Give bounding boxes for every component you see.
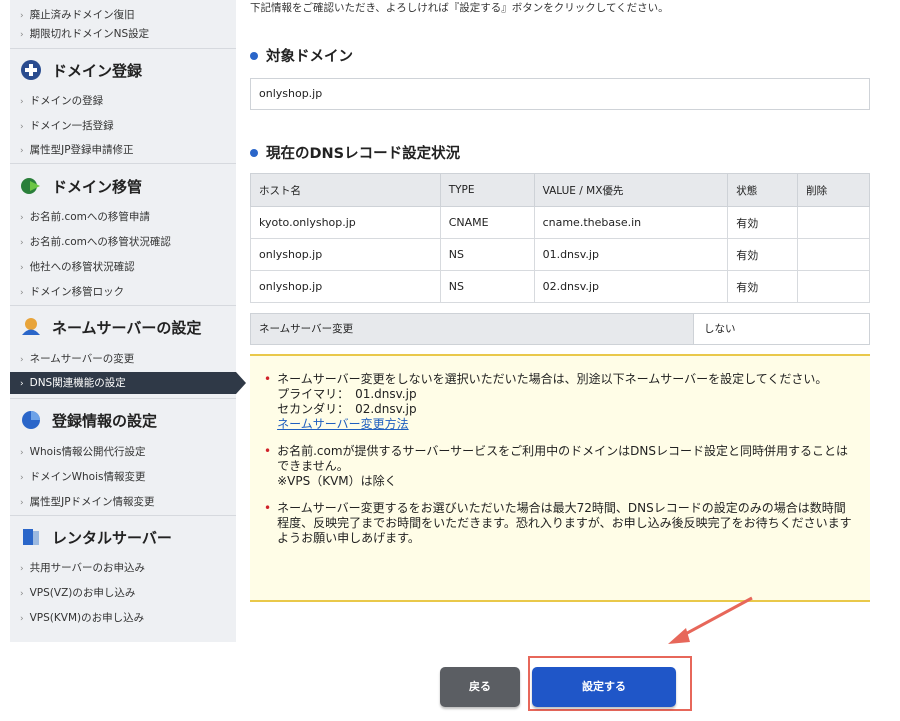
sidebar-item-whois-change[interactable]: › ドメインWhois情報変更 (20, 469, 145, 484)
sidebar-item-transfer-lock[interactable]: › ドメイン移管ロック (20, 284, 124, 299)
sidebar: › 廃止済みドメイン復旧 › 期限切れドメインNS設定 ドメイン登録 › ドメインの登… (10, 0, 246, 642)
cell-value: 02.dnsv.jp (533, 270, 729, 303)
sidebar-item-shared-server[interactable]: › 共用サーバーのお申込み (20, 560, 145, 575)
sidebar-item-jp-correction[interactable]: › 属性型JP登録申請修正 (20, 142, 134, 157)
cell-delete (797, 270, 870, 303)
sidebar-item-jp-info-change[interactable]: › 属性型JPドメイン情報変更 (20, 494, 155, 509)
table-row: onlyshop.jp NS 01.dnsv.jp 有効 (250, 238, 870, 271)
cell-host: onlyshop.jp (250, 238, 441, 271)
server-icon (23, 529, 39, 545)
cell-status: 有効 (727, 270, 799, 303)
primary-ns: プライマリ： 01.dnsv.jp (277, 387, 417, 401)
plus-circle-icon (21, 60, 41, 80)
pie-chart-icon (22, 411, 40, 429)
sidebar-item-vps-kvm[interactable]: › VPS(KVM)のお申し込み (20, 610, 144, 625)
annotation-arrow-icon (668, 596, 753, 644)
cell-status: 有効 (727, 238, 799, 271)
nameserver-change-label: ネームサーバー変更 (251, 314, 694, 344)
cell-value: 01.dnsv.jp (533, 238, 729, 271)
notice-box: • ネームサーバー変更をしないを選択いただいた場合は、別途以下ネームサーバーを設… (250, 354, 870, 602)
intro-text: 下記情報をご確認いただき、よろしければ『設定する』ボタンをクリックしてください。 (250, 2, 669, 14)
cell-type: CNAME (439, 206, 535, 239)
cell-host: onlyshop.jp (250, 270, 441, 303)
sidebar-heading-rental-server: レンタルサーバー (20, 526, 172, 548)
nameserver-change-method-link[interactable]: ネームサーバー変更方法 (277, 417, 854, 432)
col-header-delete: 削除 (797, 173, 870, 207)
col-header-host: ホスト名 (250, 173, 441, 207)
sidebar-item-transfer-status[interactable]: › お名前.comへの移管状況確認 (20, 234, 171, 249)
sidebar-heading-domain-register: ドメイン登録 (20, 59, 142, 81)
sidebar-heading-registration-info: 登録情報の設定 (20, 409, 157, 431)
col-header-status: 状態 (727, 173, 799, 207)
sidebar-item-transfer-apply[interactable]: › お名前.comへの移管申請 (20, 209, 150, 224)
cell-delete (797, 238, 870, 271)
sidebar-item-bulk-register[interactable]: › ドメイン一括登録 (20, 118, 114, 133)
sidebar-item-dns-settings[interactable]: › DNS関連機能の設定 (10, 372, 246, 394)
cell-host: kyoto.onlyshop.jp (250, 206, 441, 239)
cell-value: cname.thebase.in (533, 206, 729, 239)
sidebar-item-expired-domain-restore[interactable]: › 廃止済みドメイン復旧 (20, 7, 135, 22)
sidebar-item-nameserver-change[interactable]: › ネームサーバーの変更 (20, 351, 134, 366)
table-header-row: ホスト名 TYPE VALUE / MX優先 状態 削除 (250, 173, 870, 207)
note-2: • お名前.comが提供するサーバーサービスをご利用中のドメインはDNSレコード… (264, 444, 848, 488)
secondary-ns: セカンダリ： 02.dnsv.jp (277, 402, 417, 416)
sidebar-item-other-transfer-status[interactable]: › 他社への移管状況確認 (20, 259, 135, 274)
red-bullet-icon: • (264, 444, 272, 458)
bullet-icon (250, 148, 258, 157)
sidebar-item-whois-proxy[interactable]: › Whois情報公開代行設定 (20, 444, 145, 459)
sidebar-heading-nameserver: ネームサーバーの設定 (20, 316, 201, 338)
cell-status: 有効 (727, 206, 799, 239)
sidebar-item-vps-vz[interactable]: › VPS(VZ)のお申し込み (20, 585, 135, 600)
sidebar-item-expired-domain-ns[interactable]: › 期限切れドメインNS設定 (20, 26, 149, 41)
dns-records-table: ホスト名 TYPE VALUE / MX優先 状態 削除 kyoto.onlys… (250, 173, 870, 303)
nameserver-change-row: ネームサーバー変更 しない (250, 313, 870, 345)
col-header-value: VALUE / MX優先 (533, 173, 729, 207)
note-3: • ネームサーバー変更するをお選びいただいた場合は最大72時間、DNSレコードの… (264, 501, 852, 545)
nameserver-change-value: しない (704, 323, 736, 335)
sidebar-item-domain-register[interactable]: › ドメインの登録 (20, 93, 103, 108)
target-domain-title: 対象ドメイン (250, 45, 353, 66)
transfer-arrow-icon (21, 178, 40, 194)
col-header-type: TYPE (439, 173, 535, 207)
sidebar-heading-domain-transfer: ドメイン移管 (20, 175, 142, 197)
red-bullet-icon: • (264, 372, 272, 386)
cell-type: NS (439, 270, 535, 303)
bullet-icon (250, 51, 258, 60)
target-domain-value: onlyshop.jp (250, 78, 870, 110)
table-row: onlyshop.jp NS 02.dnsv.jp 有効 (250, 270, 870, 303)
dns-records-title: 現在のDNSレコード設定状況 (250, 142, 460, 163)
red-bullet-icon: • (264, 501, 272, 515)
submit-button[interactable]: 設定する (532, 667, 676, 707)
cell-delete (797, 206, 870, 239)
nameserver-icon (22, 318, 40, 335)
table-row: kyoto.onlyshop.jp CNAME cname.thebase.in… (250, 206, 870, 239)
cell-type: NS (439, 238, 535, 271)
note-1: • ネームサーバー変更をしないを選択いただいた場合は、別途以下ネームサーバーを設… (264, 372, 854, 432)
back-button[interactable]: 戻る (440, 667, 520, 707)
